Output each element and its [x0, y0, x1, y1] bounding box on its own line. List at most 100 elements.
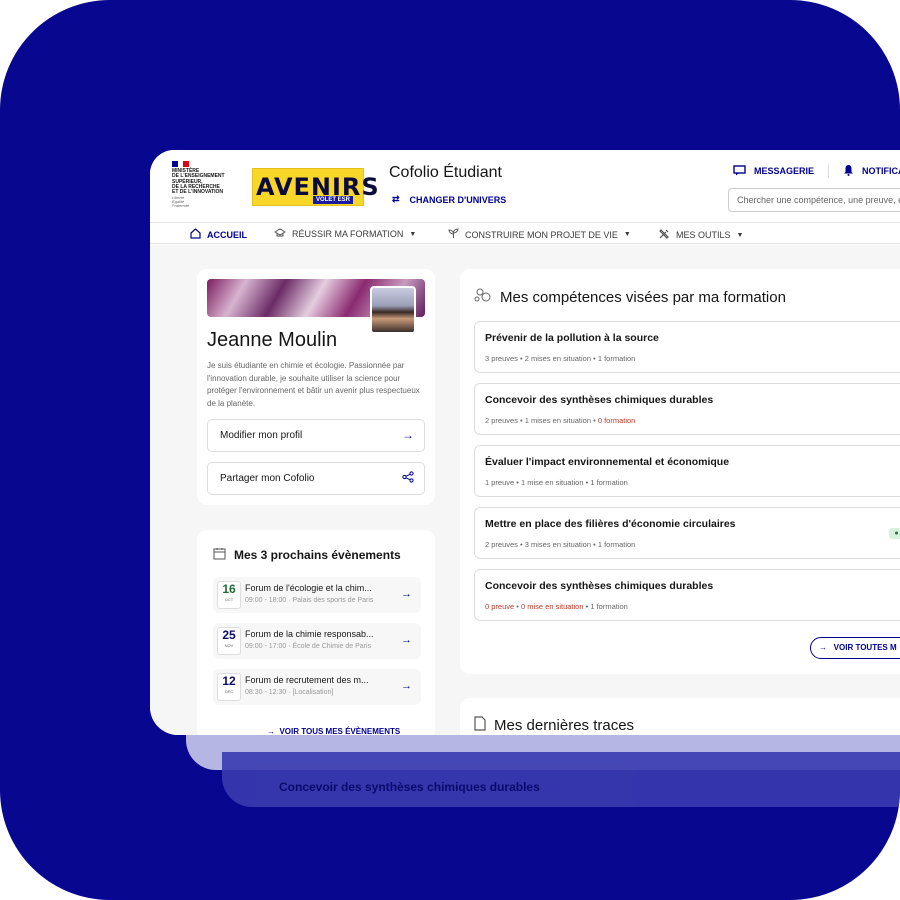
event-meta: 09:00 - 18:00 · Palais des sports de Par…: [245, 597, 374, 604]
events-title-label: Mes 3 prochains évènements: [234, 548, 401, 562]
stacked-card-back: Concevoir des synthèses chimiques durabl…: [222, 752, 900, 807]
logo-tag: VOLET ESR: [313, 196, 354, 204]
calendar-icon: [213, 547, 226, 563]
nav-label: ACCUEIL: [207, 229, 247, 240]
messagerie-label: MESSAGERIE: [754, 166, 815, 176]
meta-separator: •: [517, 354, 525, 363]
traces-title-label: Mes dernières traces: [494, 717, 635, 734]
skill-row[interactable]: Prévenir de la pollution à la source 3 pr…: [474, 321, 900, 373]
devise-line: Fraternité: [172, 203, 190, 209]
see-all-skills-button[interactable]: → VOIR TOUTES M: [810, 637, 900, 659]
skill-meta-mises: 1 mises en situation: [524, 416, 592, 425]
ministry-name: Ministère de l'Enseignement supérieur, de l…: [172, 168, 244, 195]
divider: [828, 164, 830, 178]
meta-separator: •: [514, 478, 521, 487]
profile-bio: Je suis étudiante en chimie et écologie.…: [207, 361, 420, 408]
event-meta: 09:00 - 17:00 · École de Chimie de Paris: [245, 643, 372, 650]
notifications-label: NOTIFICATI: [862, 166, 900, 176]
arrow-right-icon: →: [402, 428, 414, 442]
skill-name: Évaluer l'impact environnemental et écon…: [485, 456, 730, 468]
profile-name: Jeanne Moulin: [207, 329, 338, 351]
event-month: DEC: [224, 689, 234, 694]
arrow-right-icon: →: [401, 680, 412, 692]
nav-label: RÉUSSIR MA FORMATION: [292, 229, 404, 239]
home-icon: [190, 228, 201, 241]
skill-meta-formation: 1 formation: [590, 602, 628, 611]
skill-meta-formation: 1 formation: [590, 478, 628, 487]
nav-item-reussir[interactable]: RÉUSSIR MA FORMATION ▼: [274, 228, 416, 240]
avatar[interactable]: [370, 286, 416, 334]
caret-down-icon: ▼: [736, 231, 744, 239]
skill-meta-mises: 1 mise en situation: [520, 478, 584, 487]
messagerie-button[interactable]: MESSAGERIE: [733, 164, 815, 178]
arrow-right-icon: →: [401, 588, 412, 600]
see-all-skills-label: VOIR TOUTES M: [833, 643, 897, 652]
event-name: Forum de recrutement des m...: [245, 675, 369, 685]
skill-meta-preuves: 3 preuves: [485, 354, 518, 363]
traces-title: Mes dernières traces: [474, 716, 634, 735]
meta-separator: •: [591, 540, 598, 549]
ghost-row-title: Concevoir des synthèses chimiques durabl…: [279, 780, 540, 794]
level-badge: ● Niv. 2 trè: [889, 528, 900, 539]
tools-icon: [658, 228, 670, 242]
skill-meta: 0 preuve • 0 mise en situation • 1 forma…: [485, 602, 628, 611]
events-title: Mes 3 prochains évènements: [213, 547, 401, 563]
skill-meta: 2 preuves • 1 mises en situation • 0 for…: [485, 416, 635, 425]
skill-meta-mises: 0 mise en situation: [520, 602, 584, 611]
change-universe-label: CHANGER D'UNIVERS: [409, 194, 507, 205]
change-universe-button[interactable]: ⇄ CHANGER D'UNIVERS: [392, 194, 506, 205]
graduation-icon: [274, 228, 286, 240]
event-item[interactable]: 25 NOV Forum de la chimie responsab... 09…: [213, 623, 421, 659]
skill-row[interactable]: Mettre en place des filières d'économie …: [474, 507, 900, 559]
share-icon: [402, 471, 414, 486]
header-actions: MESSAGERIE NOTIFICATI: [733, 164, 900, 178]
events-card: Mes 3 prochains évènements 16 OCT Forum d…: [197, 530, 435, 735]
skill-meta: 2 preuves • 3 mises en situation • 1 for…: [485, 540, 635, 549]
event-date: 12 DEC: [217, 673, 241, 701]
skill-row[interactable]: Concevoir des synthèses chimiques durabl…: [474, 569, 900, 621]
skill-row[interactable]: Évaluer l'impact environnemental et écon…: [474, 445, 900, 497]
bell-icon: [843, 164, 854, 178]
skill-meta-mises: 2 mises en situation: [524, 354, 592, 363]
skill-row[interactable]: Concevoir des synthèses chimiques durabl…: [474, 383, 900, 435]
event-meta: 08:30 - 12:30 · [Localisation]: [245, 689, 334, 696]
notifications-button[interactable]: NOTIFICATI: [843, 164, 900, 178]
share-cofolio-button[interactable]: Partager mon Cofolio: [207, 462, 425, 495]
see-all-events-label: VOIR TOUS MES ÉVÈNEMENTS: [279, 727, 401, 735]
skill-name: Concevoir des synthèses chimiques durabl…: [485, 394, 714, 406]
skill-meta-formation: 0 formation: [597, 416, 636, 425]
skill-meta-preuves: 2 preuves: [485, 416, 518, 425]
arrow-right-icon: →: [401, 634, 412, 646]
avenirs-logo[interactable]: AVENIRS VOLET ESR: [252, 168, 379, 206]
skill-meta-preuves: 1 preuve: [485, 478, 515, 487]
document-icon: [474, 716, 486, 735]
nav-item-construire[interactable]: CONSTRUIRE MON PROJET DE VIE ▼: [448, 228, 631, 241]
nav-label: MES OUTILS: [676, 230, 731, 240]
background-frame: Concevoir des synthèses chimiques durabl…: [0, 0, 900, 900]
devise: Liberté Égalité Fraternité: [172, 196, 244, 208]
nav-item-outils[interactable]: MES OUTILS ▼: [658, 228, 743, 242]
competences-card: Mes compétences visées par ma formation …: [460, 269, 900, 674]
skill-meta-preuves: 2 preuves: [485, 540, 518, 549]
event-item[interactable]: 16 OCT Forum de l'écologie et la chim... …: [213, 577, 421, 613]
edit-profile-label: Modifier mon profil: [220, 430, 303, 441]
meta-separator: •: [591, 354, 598, 363]
search-input[interactable]: Chercher une compétence, une preuve, e: [728, 188, 900, 212]
event-month: OCT: [224, 597, 234, 602]
edit-profile-button[interactable]: Modifier mon profil →: [207, 419, 425, 452]
event-item[interactable]: 12 DEC Forum de recrutement des m... 08:3…: [213, 669, 421, 705]
event-name: Forum de la chimie responsab...: [245, 629, 374, 639]
competences-title-label: Mes compétences visées par ma formation: [500, 288, 786, 306]
event-name: Forum de l'écologie et la chim...: [245, 583, 372, 593]
traces-card: Mes dernières traces: [460, 698, 900, 735]
event-date: 25 NOV: [217, 627, 241, 655]
main-content: Jeanne Moulin Je suis étudiante en chimi…: [150, 245, 900, 735]
skill-name: Prévenir de la pollution à la source: [485, 332, 659, 344]
nav-item-accueil[interactable]: ACCUEIL: [185, 228, 254, 247]
app-window: Ministère de l'Enseignement supérieur, de l…: [150, 150, 900, 735]
skill-meta: 3 preuves • 2 mises en situation • 1 for…: [485, 354, 635, 363]
message-icon: [733, 164, 746, 178]
app-title: Cofolio Étudiant: [389, 164, 502, 181]
skill-meta-preuves: 0 preuve: [485, 602, 515, 611]
see-all-events-link[interactable]: → VOIR TOUS MES ÉVÈNEMENTS: [267, 727, 400, 735]
